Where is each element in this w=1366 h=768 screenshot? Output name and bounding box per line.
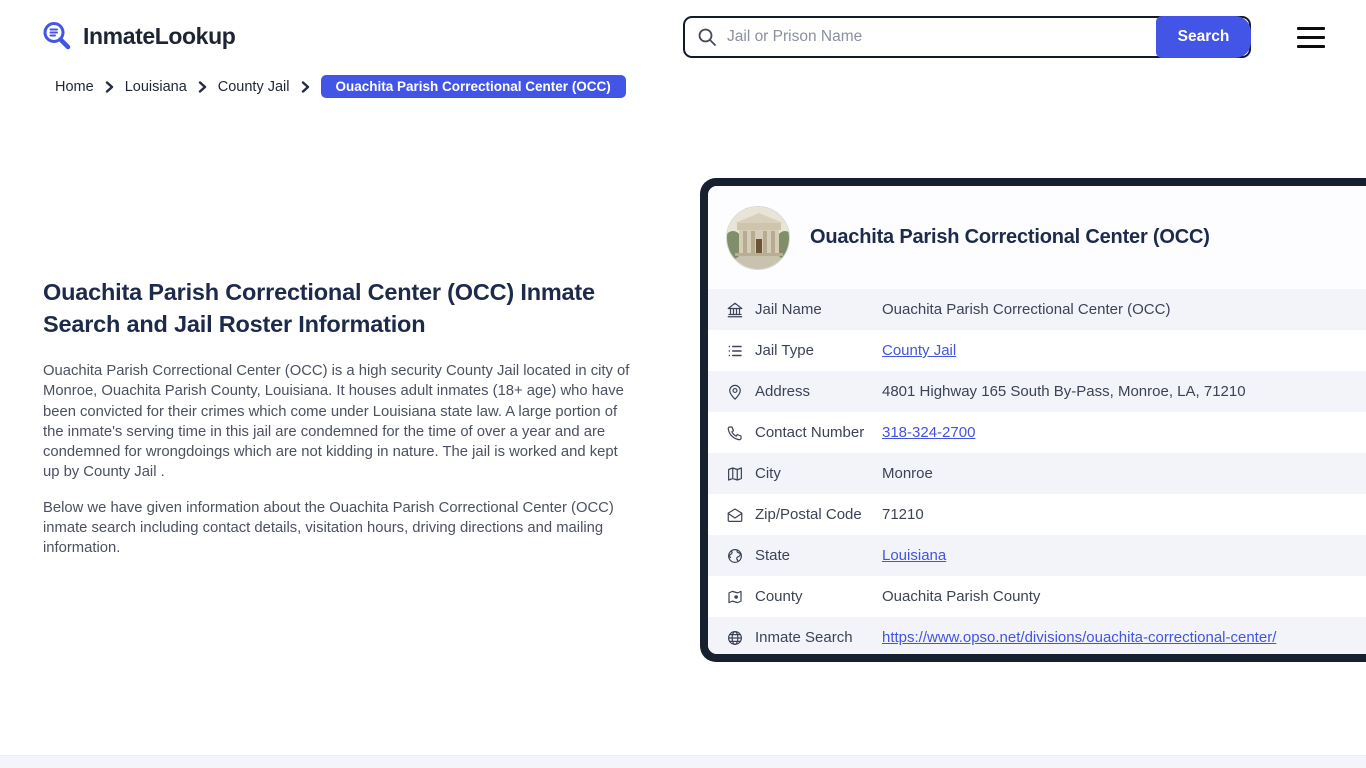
table-row: Contact Number 318-324-2700 — [708, 412, 1366, 453]
row-label: Address — [755, 383, 811, 400]
table-row: Jail Name Ouachita Parish Correctional Ce… — [708, 289, 1366, 330]
breadcrumb-current-pill: Ouachita Parish Correctional Center (OCC… — [320, 75, 626, 98]
breadcrumb-link-louisiana[interactable]: Louisiana — [125, 79, 187, 95]
row-label: City — [755, 465, 781, 482]
table-row: Inmate Search https://www.opso.net/divisi… — [708, 617, 1366, 654]
table-row: Zip/Postal Code 71210 — [708, 494, 1366, 535]
jail-info-table: Jail Name Ouachita Parish Correctional Ce… — [708, 289, 1366, 654]
row-label: Contact Number — [755, 424, 865, 441]
list-icon — [726, 342, 744, 360]
article: Ouachita Parish Correctional Center (OCC… — [43, 276, 637, 574]
envelope-icon — [726, 506, 744, 524]
breadcrumb-link-home[interactable]: Home — [55, 79, 94, 95]
brand-name: InmateLookup — [83, 22, 236, 49]
chevron-right-icon — [105, 80, 114, 93]
search-bar: Search — [683, 16, 1251, 58]
table-row: Address 4801 Highway 165 South By-Pass, M… — [708, 371, 1366, 412]
row-value[interactable]: https://www.opso.net/divisions/ouachita-… — [882, 629, 1276, 646]
map-marker-icon — [726, 588, 744, 606]
phone-icon — [726, 424, 744, 442]
row-label: Jail Name — [755, 301, 822, 318]
row-value[interactable]: 318-324-2700 — [882, 424, 975, 441]
magnifier-logo-icon — [43, 22, 71, 50]
article-paragraph: Ouachita Parish Correctional Center (OCC… — [43, 363, 630, 480]
page-title: Ouachita Parish Correctional Center (OCC… — [43, 279, 595, 338]
article-paragraph: Below we have given information about th… — [43, 500, 614, 557]
table-row: City Monroe — [708, 453, 1366, 494]
page: InmateLookup Search Home Louisiana County … — [0, 0, 1366, 768]
chevron-right-icon — [301, 80, 310, 93]
search-button[interactable]: Search — [1156, 16, 1251, 58]
jail-info-card: Ouachita Parish Correctional Center (OCC… — [700, 178, 1366, 662]
web-icon — [726, 629, 744, 647]
jail-photo — [726, 205, 790, 270]
row-label: Jail Type — [755, 342, 814, 359]
row-value: 4801 Highway 165 South By-Pass, Monroe, … — [882, 383, 1246, 400]
row-value[interactable]: County Jail — [882, 342, 956, 359]
row-value: Ouachita Parish County — [882, 588, 1041, 605]
brand-logo[interactable]: InmateLookup — [40, 19, 236, 53]
jail-card-title: Ouachita Parish Correctional Center (OCC… — [810, 226, 1210, 248]
row-value[interactable]: Louisiana — [882, 547, 946, 564]
row-value: Monroe — [882, 465, 933, 482]
bank-icon — [726, 301, 744, 319]
jail-card-header: Ouachita Parish Correctional Center (OCC… — [708, 186, 1366, 289]
search-input[interactable] — [727, 28, 1107, 46]
globe-icon — [726, 547, 744, 565]
map-icon — [726, 465, 744, 483]
row-label: County — [755, 588, 803, 605]
row-label: Zip/Postal Code — [755, 506, 862, 523]
search-icon — [697, 27, 717, 47]
breadcrumb: Home Louisiana County Jail Ouachita Parish… — [55, 75, 626, 98]
map-pin-icon — [726, 383, 744, 401]
table-row: County Ouachita Parish County — [708, 576, 1366, 617]
breadcrumb-link-county-jail[interactable]: County Jail — [218, 79, 290, 95]
row-value: Ouachita Parish Correctional Center (OCC… — [882, 301, 1171, 318]
row-label: Inmate Search — [755, 629, 853, 646]
table-row: Jail Type County Jail — [708, 330, 1366, 371]
row-label: State — [755, 547, 791, 564]
menu-hamburger-icon[interactable] — [1297, 27, 1325, 48]
chevron-right-icon — [198, 80, 207, 93]
footer-strip — [0, 755, 1366, 768]
table-row: State Louisiana — [708, 535, 1366, 576]
row-value: 71210 — [882, 506, 924, 523]
